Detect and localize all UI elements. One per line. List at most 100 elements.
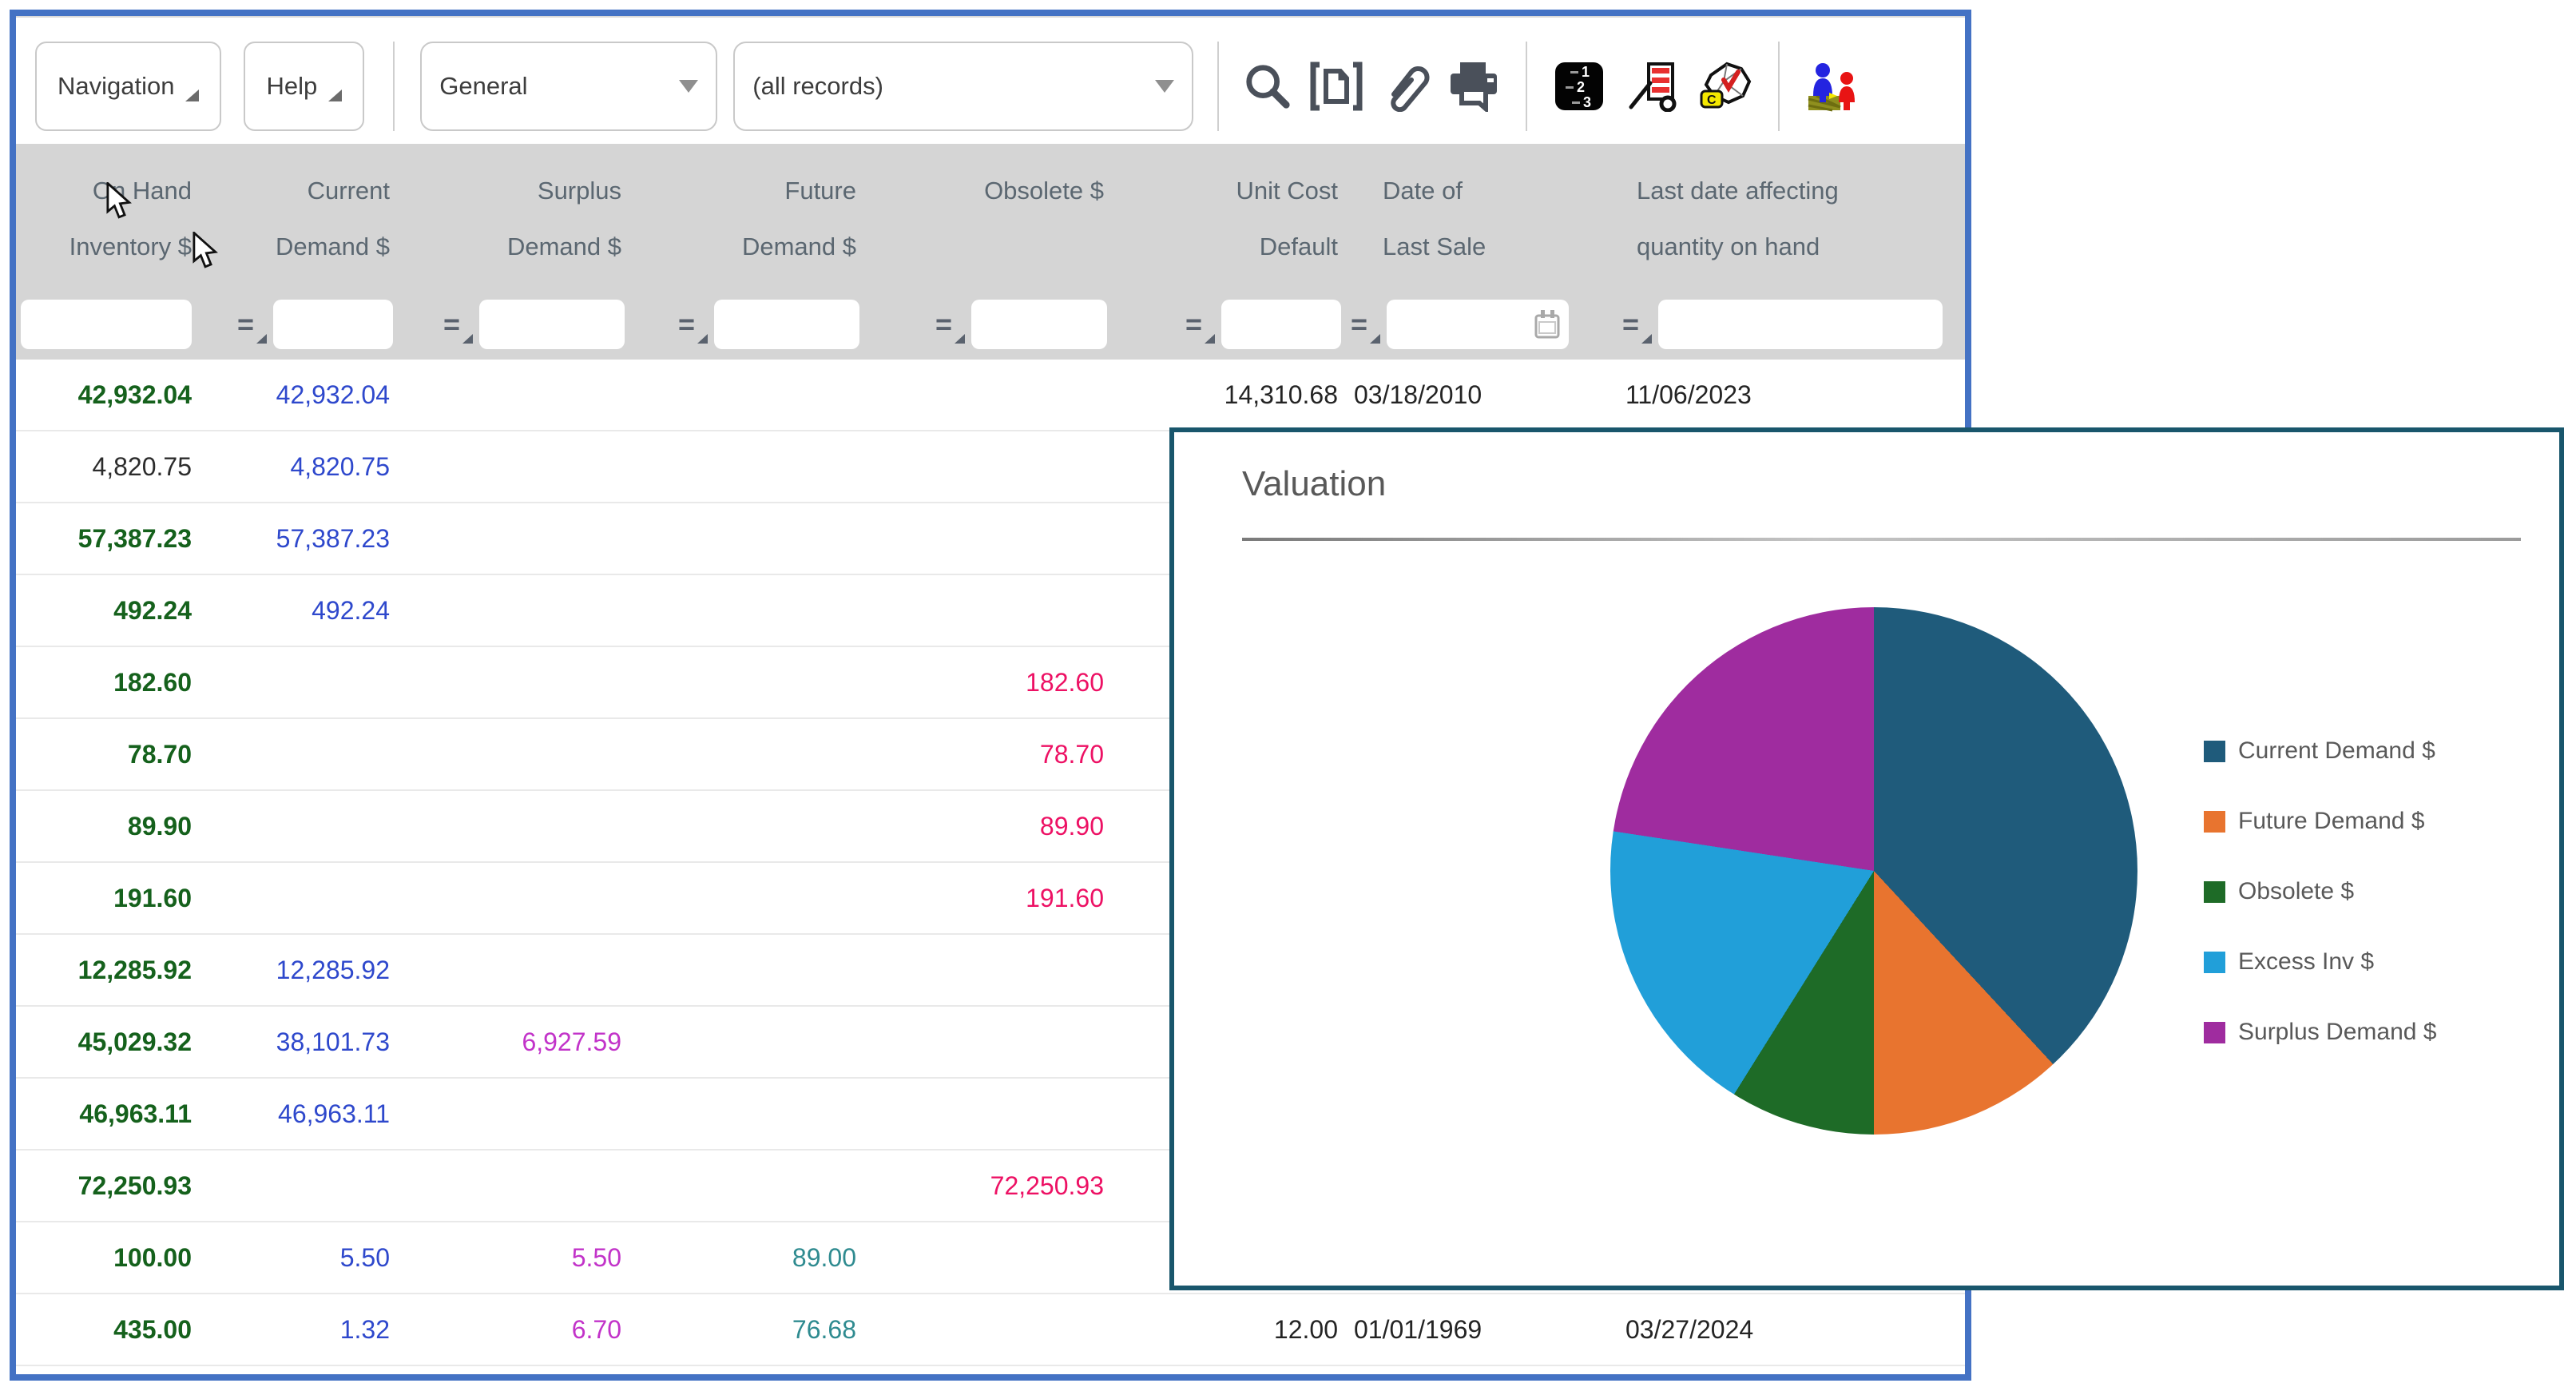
cell-surplus-demand [398, 719, 629, 789]
attachment-icon [1379, 61, 1431, 112]
cell-current-demand: 4,820.75 [200, 431, 398, 502]
cell-obsolete [864, 360, 1112, 430]
filter-operator-equals[interactable]: = [1622, 300, 1639, 348]
planning-map-button[interactable]: C [1698, 50, 1754, 122]
cell-surplus-demand [398, 863, 629, 933]
filter-input-obsolete[interactable] [971, 300, 1107, 349]
mouse-cursor-icon [105, 182, 133, 221]
search-icon [1243, 62, 1292, 111]
cell-obsolete: 78.70 [864, 719, 1112, 789]
cell-future-demand [629, 935, 864, 1005]
svg-text:3: 3 [1583, 94, 1591, 110]
cell-future-demand [629, 863, 864, 933]
filter-input-surplus-demand[interactable] [479, 300, 625, 349]
cell-current-demand [200, 647, 398, 717]
filter-input-last-date[interactable] [1658, 300, 1943, 349]
cell-current-demand: 38,101.73 [200, 1007, 398, 1077]
filter-operator-equals[interactable]: = [678, 300, 695, 348]
filter-operator-equals[interactable]: = [935, 300, 952, 348]
pie-chart [1610, 607, 2137, 1135]
column-header-last-date-affecting[interactable]: Last date affecting quantity on hand [1617, 160, 1965, 272]
cell-last-date: 03/27/2024 [1617, 1294, 1965, 1365]
legend-item: Surplus Demand $ [2204, 1017, 2436, 1047]
valuation-title: Valuation [1242, 464, 1386, 504]
attachments-button[interactable] [1377, 50, 1433, 122]
svg-text:1: 1 [1582, 64, 1590, 80]
filter-input-unit-cost[interactable] [1221, 300, 1341, 349]
filter-row: = = = = = = [16, 289, 1965, 360]
cell-future-demand [629, 431, 864, 502]
chevron-down-icon [679, 80, 698, 93]
column-header-surplus-demand[interactable]: Surplus Demand $ [398, 160, 629, 272]
cell-surplus-demand: 6,927.59 [398, 1007, 629, 1077]
cell-current-demand [200, 1151, 398, 1221]
cell-obsolete [864, 935, 1112, 1005]
toolbar: Navigation Help General (all records) [16, 16, 1965, 144]
numbered-list-icon: 1 2 3 [1554, 62, 1604, 111]
legend-label: Excess Inv $ [2238, 948, 2374, 976]
help-menu-label: Help [266, 72, 317, 101]
legend-item: Obsolete $ [2204, 876, 2436, 907]
cell-current-demand: 42,932.04 [200, 360, 398, 430]
cell-surplus-demand [398, 575, 629, 646]
column-header-date-of-last-sale[interactable]: Date of Last Sale [1346, 160, 1617, 272]
cell-obsolete [864, 503, 1112, 574]
print-button[interactable] [1446, 50, 1502, 122]
filter-operator-equals[interactable]: = [1351, 300, 1367, 348]
svg-text:C: C [1707, 93, 1717, 107]
cell-obsolete [864, 1079, 1112, 1149]
filter-operator-equals[interactable]: = [1185, 300, 1202, 348]
legend-label: Current Demand $ [2238, 737, 2435, 765]
table-row[interactable]: 435.00 1.32 6.70 76.68 12.00 01/01/1969 … [16, 1294, 1965, 1366]
filter-input-on-hand[interactable] [21, 300, 192, 349]
cell-current-demand [200, 791, 398, 861]
cell-on-hand-inventory: 72,250.93 [16, 1151, 200, 1221]
cell-on-hand-inventory: 45,029.32 [16, 1007, 200, 1077]
column-header-current-demand[interactable]: Current Demand $ [200, 160, 398, 272]
cell-last-date: 11/06/2023 [1617, 360, 1965, 430]
filter-input-future-demand[interactable] [714, 300, 859, 349]
cell-future-demand [629, 1079, 864, 1149]
legend-label: Future Demand $ [2238, 808, 2424, 835]
cell-current-demand [200, 719, 398, 789]
cell-surplus-demand [398, 360, 629, 430]
filter-operator-equals[interactable]: = [237, 300, 254, 348]
column-header-unit-cost-default[interactable]: Unit Cost Default [1112, 160, 1346, 272]
legend-item: Current Demand $ [2204, 736, 2436, 766]
valuation-panel: Valuation Current Demand $ Future Demand… [1169, 427, 2564, 1290]
records-filter-dropdown[interactable]: (all records) [733, 42, 1193, 131]
help-menu-button[interactable]: Help [244, 42, 364, 131]
navigation-menu-button[interactable]: Navigation [35, 42, 221, 131]
cell-on-hand-inventory: 89.90 [16, 791, 200, 861]
cell-date-of-last-sale: 01/01/1969 [1346, 1294, 1617, 1365]
cell-future-demand [629, 647, 864, 717]
filter-input-current-demand[interactable] [273, 300, 393, 349]
cell-obsolete [864, 575, 1112, 646]
view-dropdown[interactable]: General [420, 42, 717, 131]
search-button[interactable] [1240, 50, 1296, 122]
copy-record-icon [1310, 62, 1363, 111]
column-header-obsolete[interactable]: Obsolete $ [864, 160, 1112, 272]
cell-unit-cost: 14,310.68 [1112, 360, 1346, 430]
cell-future-demand [629, 503, 864, 574]
chevron-down-icon [1155, 80, 1174, 93]
calendar-icon[interactable] [1534, 308, 1561, 340]
cell-surplus-demand [398, 431, 629, 502]
cell-surplus-demand: 6.70 [398, 1294, 629, 1365]
cell-obsolete: 191.60 [864, 863, 1112, 933]
resources-button[interactable] [1804, 50, 1860, 122]
cell-obsolete: 89.90 [864, 791, 1112, 861]
hand-truck-button[interactable] [1625, 50, 1681, 122]
column-header-future-demand[interactable]: Future Demand $ [629, 160, 864, 272]
records-filter-value: (all records) [752, 72, 883, 101]
cell-surplus-demand [398, 935, 629, 1005]
table-row[interactable]: 42,932.04 42,932.04 14,310.68 03/18/2010… [16, 360, 1965, 431]
filter-operator-equals[interactable]: = [443, 300, 460, 348]
map-check-icon: C [1700, 61, 1752, 112]
navigation-menu-label: Navigation [58, 72, 174, 101]
copy-record-button[interactable] [1308, 50, 1364, 122]
item-numbers-button[interactable]: 1 2 3 [1551, 50, 1607, 122]
cell-obsolete [864, 1222, 1112, 1293]
cell-future-demand: 89.00 [629, 1222, 864, 1293]
legend-label: Obsolete $ [2238, 878, 2354, 905]
